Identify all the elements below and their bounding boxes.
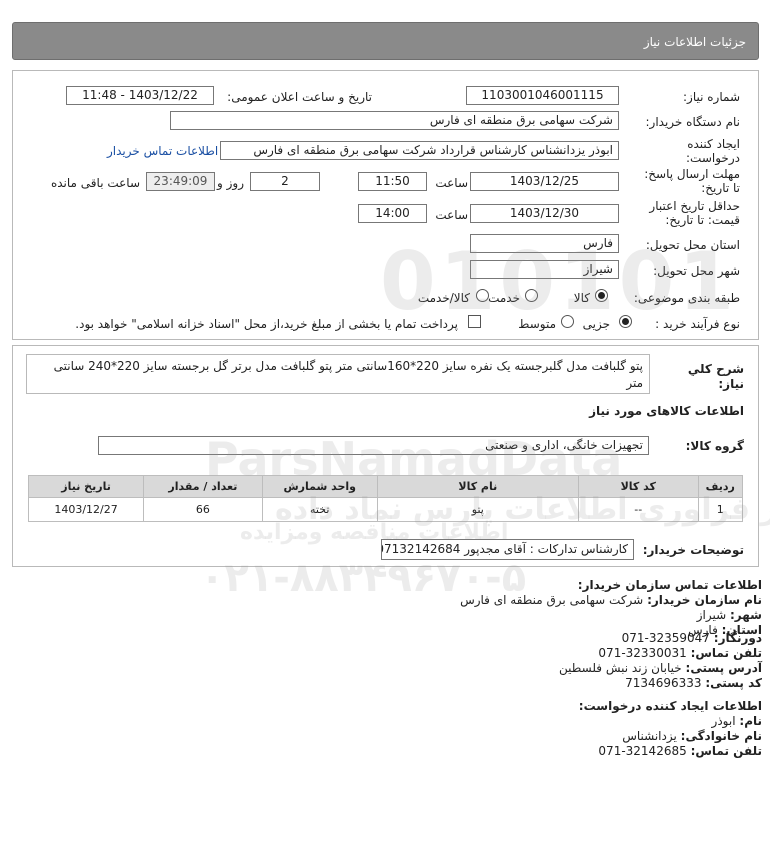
buyer-phone-line: تلفن تماس: 071-32330031: [598, 646, 762, 660]
buyer-contact-link[interactable]: اطلاعات تماس خریدار: [107, 144, 218, 158]
buyer-org-line: نام سازمان خریدار: شرکت سهامی برق منطقه …: [460, 593, 762, 607]
process-option-partial: جزیی: [582, 317, 610, 331]
process-radio-partial[interactable]: [619, 315, 632, 328]
delivery-city-field: شیراز: [470, 260, 619, 279]
goods-table: ردیف کد کالا نام کالا واحد شمارش تعداد /…: [27, 475, 744, 522]
col-need-date: تاریخ نیاز: [27, 475, 145, 498]
process-type-label: نوع فرآیند خرید :: [655, 317, 740, 331]
buyer-notes-label: توضیحات خریدار:: [642, 543, 744, 557]
col-code: کد کالا: [577, 475, 699, 498]
cell-quantity: 66: [143, 497, 263, 522]
page-title: جزئیات اطلاعات نیاز: [643, 35, 746, 49]
need-summary-text-line1: پتو گلبافت مدل گلبرجسته یک نفره سایز 220…: [53, 359, 643, 373]
category-radio-service[interactable]: [525, 289, 538, 302]
requester-label-line2: درخواست:: [686, 151, 740, 165]
price-validity-time-field: 14:00: [358, 204, 427, 223]
need-summary-box: پتو گلبافت مدل گلبرجسته یک نفره سایز 220…: [26, 354, 650, 394]
buyer-notes-field: کارشناس تدارکات : آقای مجدپور 0713214268…: [381, 539, 634, 560]
reply-deadline-days-label: روز و: [217, 176, 244, 190]
cell-code: --: [577, 497, 699, 522]
buyer-postal-line: کد پستی: 7134696333: [625, 676, 762, 690]
creator-name-line: نام: ابوذر: [711, 714, 762, 728]
need-summary-text-line2: متر: [626, 376, 643, 390]
price-validity-time-label: ساعت: [435, 208, 468, 222]
reply-deadline-date-field: 1403/12/25: [470, 172, 619, 191]
reply-deadline-time-label: ساعت: [435, 176, 468, 190]
cell-row: 1: [697, 497, 744, 522]
cell-name: پتو: [376, 497, 579, 522]
col-row: ردیف: [697, 475, 744, 498]
page-header: جزئیات اطلاعات نیاز: [12, 22, 759, 60]
col-quantity: تعداد / مقدار: [143, 475, 263, 498]
reply-deadline-label-line2: تا تاریخ:: [701, 181, 740, 195]
remaining-time-field: 23:49:09: [146, 172, 215, 191]
reply-deadline-time-field: 11:50: [358, 172, 427, 191]
buyer-city-line: شهر: شیراز: [696, 608, 762, 622]
creator-family-line: نام خانوادگی: یزدانشناس: [622, 729, 762, 743]
need-number-field: 1103001046001115: [466, 86, 619, 105]
category-option-goods: کالا: [573, 291, 590, 305]
goods-group-label: گروه کالا:: [685, 439, 744, 453]
goods-table-header: ردیف کد کالا نام کالا واحد شمارش تعداد /…: [27, 475, 744, 498]
price-validity-label-line2: قیمت: تا تاریخ:: [665, 213, 740, 227]
delivery-province-label: استان محل تحویل:: [645, 238, 740, 252]
remaining-time-label: ساعت باقی مانده: [50, 176, 140, 190]
treasury-payment-note: پرداخت تمام یا بخشی از مبلغ خرید،از محل …: [75, 317, 458, 331]
buyer-address-line: آدرس پستی: خیابان زند نبش فلسطین: [559, 661, 762, 675]
cell-need-date: 1403/12/27: [27, 497, 145, 522]
requester-label-line1: ایجاد کننده: [687, 137, 740, 151]
reply-deadline-label-line1: مهلت ارسال پاسخ:: [644, 167, 740, 181]
buyer-fax-line: دورنگار: 071-32359047: [621, 631, 762, 645]
cell-unit: تخته: [261, 497, 378, 522]
creator-contact-title: اطلاعات ایجاد کننده درخواست:: [578, 699, 762, 713]
announce-datetime-label: تاریخ و ساعت اعلان عمومی:: [227, 90, 372, 104]
creator-phone-line: تلفن تماس: 071-32142685: [598, 744, 762, 758]
col-name: نام کالا: [376, 475, 579, 498]
buyer-org-field: شرکت سهامی برق منطقه ای فارس: [170, 111, 619, 130]
goods-section-title: اطلاعات کالاهای مورد نیاز: [589, 404, 744, 418]
price-validity-label-line1: حداقل تاریخ اعتبار: [649, 199, 740, 213]
requester-field: ابوذر یزدانشناس کارشناس قرارداد شرکت سها…: [220, 141, 619, 160]
need-summary-label-line2: نياز:: [718, 377, 744, 391]
buyer-contact-title: اطلاعات تماس سازمان خریدار:: [577, 578, 762, 592]
need-summary-label-line1: شرح کلي: [687, 362, 744, 376]
table-row: 1 -- پتو تخته 66 1403/12/27: [27, 497, 744, 522]
col-unit: واحد شمارش: [261, 475, 378, 498]
need-number-label: شماره نیاز:: [683, 90, 740, 104]
category-option-goods-service: کالا/خدمت: [417, 291, 470, 305]
delivery-province-field: فارس: [470, 234, 619, 253]
treasury-payment-checkbox[interactable]: [468, 315, 481, 328]
process-radio-medium[interactable]: [561, 315, 574, 328]
category-radio-goods-service[interactable]: [476, 289, 489, 302]
reply-deadline-days-field: 2: [250, 172, 320, 191]
category-label: طبقه بندی موضوعی:: [633, 291, 740, 305]
goods-group-field: تجهیزات خانگی، اداری و صنعتی: [98, 436, 649, 455]
announce-datetime-field: 1403/12/22 - 11:48: [66, 86, 214, 105]
process-option-medium: متوسط: [518, 317, 556, 331]
price-validity-date-field: 1403/12/30: [470, 204, 619, 223]
delivery-city-label: شهر محل تحویل:: [653, 264, 740, 278]
buyer-org-label: نام دستگاه خریدار:: [645, 115, 741, 129]
category-radio-goods[interactable]: [595, 289, 608, 302]
category-option-service: خدمت: [488, 291, 520, 305]
